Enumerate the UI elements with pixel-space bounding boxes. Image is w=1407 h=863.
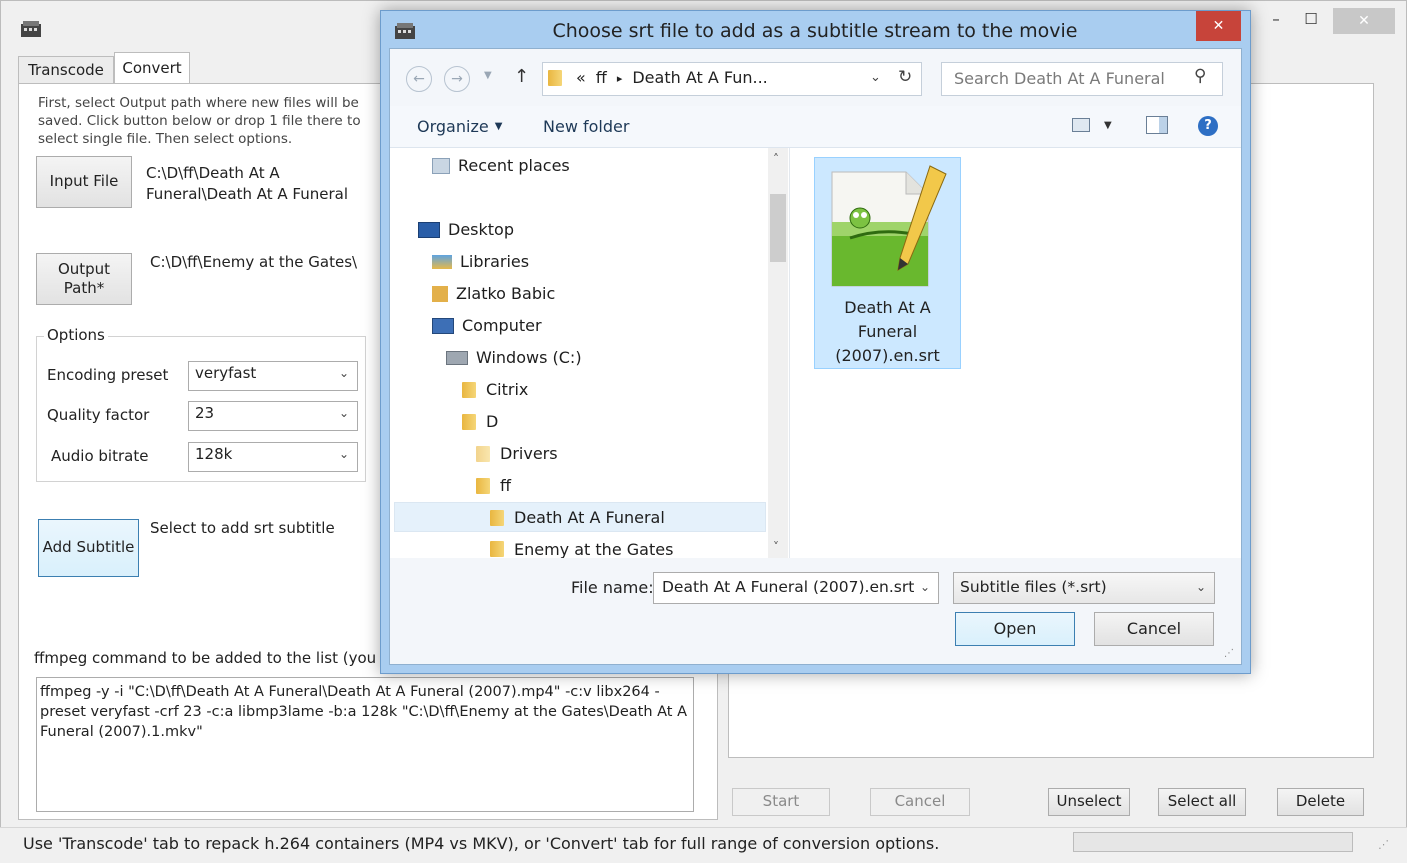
- minimize-button[interactable]: –: [1265, 10, 1287, 28]
- tree-item-windows-c[interactable]: Windows (C:): [446, 348, 582, 367]
- chevron-down-icon: ⌄: [338, 406, 349, 420]
- tree-item-d[interactable]: D: [462, 412, 498, 431]
- command-bar: [390, 106, 1241, 148]
- chevron-down-icon: ▼: [494, 121, 503, 132]
- dialog-app-icon: [394, 22, 416, 40]
- quality-factor-select[interactable]: 23 ⌄: [188, 401, 358, 431]
- drive-icon: [446, 350, 468, 365]
- recent-places-icon: [432, 157, 450, 174]
- breadcrumb-current[interactable]: Death At A Fun...: [632, 68, 767, 90]
- preview-pane-icon[interactable]: [1146, 116, 1168, 134]
- libraries-icon: [432, 254, 452, 269]
- status-text: Use 'Transcode' tab to repack h.264 cont…: [23, 834, 940, 853]
- input-file-button[interactable]: Input File: [36, 156, 132, 208]
- user-folder-icon: [432, 285, 448, 302]
- tree-item-enemy-at-the-gates[interactable]: Enemy at the Gates: [490, 540, 673, 558]
- search-input[interactable]: Search Death At A Funeral: [941, 62, 1223, 96]
- breadcrumb-ff[interactable]: ff: [596, 68, 607, 90]
- chevron-down-icon: ⌄: [338, 366, 349, 380]
- help-icon[interactable]: ?: [1198, 116, 1218, 136]
- back-button[interactable]: ←: [406, 66, 432, 92]
- file-name-input[interactable]: Death At A Funeral (2007).en.srt ⌄: [653, 572, 939, 604]
- scroll-down-icon[interactable]: ˅: [773, 540, 779, 554]
- file-name-label: File name:: [571, 578, 654, 597]
- resize-grip-icon[interactable]: ⋰: [1378, 838, 1389, 851]
- unselect-button[interactable]: Unselect: [1048, 788, 1130, 816]
- file-type-select[interactable]: Subtitle files (*.srt) ⌄: [953, 572, 1215, 604]
- start-button[interactable]: Start: [732, 788, 830, 816]
- quality-factor-label: Quality factor: [47, 406, 150, 424]
- ffmpeg-label: ffmpeg command to be added to the list (…: [34, 649, 377, 667]
- delete-button[interactable]: Delete: [1277, 788, 1364, 816]
- add-subtitle-button[interactable]: Add Subtitle: [38, 519, 139, 577]
- new-folder-button[interactable]: New folder: [543, 117, 629, 136]
- open-button[interactable]: Open: [955, 612, 1075, 646]
- view-dropdown-icon[interactable]: ▼: [1104, 120, 1112, 131]
- close-button[interactable]: ✕: [1333, 8, 1395, 34]
- dialog-title: Choose srt file to add as a subtitle str…: [552, 20, 1078, 42]
- file-name-line-3: (2007).en.srt: [835, 346, 940, 365]
- view-options-icon[interactable]: [1072, 118, 1090, 132]
- encoding-preset-select[interactable]: veryfast ⌄: [188, 361, 358, 391]
- maximize-button[interactable]: ☐: [1300, 10, 1322, 28]
- chevron-down-icon: ⌄: [1195, 580, 1206, 594]
- forward-button[interactable]: →: [444, 66, 470, 92]
- refresh-icon[interactable]: ↻: [898, 67, 912, 87]
- tree-item-death-at-a-funeral[interactable]: Death At A Funeral: [490, 508, 665, 527]
- dialog-close-button[interactable]: ✕: [1196, 11, 1241, 41]
- folder-icon: [548, 70, 562, 86]
- output-path-value: C:\D\ff\Enemy at the Gates\: [150, 253, 358, 271]
- folder-icon: [462, 413, 476, 430]
- tree-item-ff[interactable]: ff: [476, 476, 511, 495]
- scroll-up-icon[interactable]: ˄: [773, 152, 779, 166]
- scroll-thumb[interactable]: [770, 194, 786, 262]
- options-label: Options: [44, 326, 108, 344]
- folder-icon: [490, 541, 504, 557]
- tree-item-citrix[interactable]: Citrix: [462, 380, 528, 399]
- organize-menu[interactable]: Organize ▼: [417, 117, 502, 137]
- tree-item-drivers[interactable]: Drivers: [476, 444, 558, 463]
- notepad-plus-plus-file-icon: [826, 160, 950, 290]
- folder-icon: [476, 445, 490, 462]
- recent-dropdown-icon[interactable]: ▼: [484, 70, 492, 81]
- file-item-name: Death At A Funeral (2007).en.srt: [816, 296, 959, 368]
- input-file-path: C:\D\ff\Death At A Funeral\Death At A Fu…: [146, 164, 349, 203]
- search-icon[interactable]: ⚲: [1194, 66, 1206, 86]
- up-icon[interactable]: ↑: [514, 66, 529, 87]
- ffmpeg-command-textarea[interactable]: ffmpeg -y -i "C:\D\ff\Death At A Funeral…: [36, 677, 694, 812]
- file-name-line-1: Death At A: [844, 298, 931, 317]
- breadcrumb-separator-icon: ▸: [616, 72, 623, 85]
- audio-bitrate-label: Audio bitrate: [51, 447, 149, 465]
- encoding-preset-label: Encoding preset: [47, 366, 169, 384]
- output-path-button[interactable]: Output Path*: [36, 253, 132, 305]
- cancel-job-button[interactable]: Cancel: [870, 788, 970, 816]
- folder-icon: [490, 509, 504, 526]
- breadcrumb: « ff ▸ Death At A Fun...: [576, 68, 768, 90]
- progress-bar: [1073, 832, 1353, 852]
- app-icon: [20, 20, 42, 38]
- tree-item-recent-places[interactable]: Recent places: [432, 156, 570, 175]
- select-all-button[interactable]: Select all: [1158, 788, 1246, 816]
- address-dropdown-icon[interactable]: ⌄: [870, 70, 881, 85]
- tab-convert[interactable]: Convert: [114, 52, 190, 84]
- dialog-resize-grip-icon[interactable]: ⋰: [1224, 648, 1234, 659]
- breadcrumb-overflow[interactable]: «: [576, 68, 586, 90]
- tab-transcode[interactable]: Transcode: [18, 56, 114, 84]
- chevron-down-icon[interactable]: ⌄: [920, 580, 930, 594]
- dialog-cancel-button[interactable]: Cancel: [1094, 612, 1214, 646]
- instructions-text: First, select Output path where new file…: [38, 95, 361, 147]
- tree-item-user[interactable]: Zlatko Babic: [432, 284, 555, 303]
- computer-icon: [432, 317, 454, 334]
- audio-bitrate-select[interactable]: 128k ⌄: [188, 442, 358, 472]
- tree-item-libraries[interactable]: Libraries: [432, 252, 529, 271]
- tree-item-computer[interactable]: Computer: [432, 316, 542, 335]
- add-subtitle-hint: Select to add srt subtitle: [150, 519, 335, 537]
- tree-item-desktop[interactable]: Desktop: [418, 220, 514, 239]
- desktop-icon: [418, 221, 440, 238]
- folder-icon: [476, 477, 490, 494]
- folder-icon: [462, 381, 476, 398]
- chevron-down-icon: ⌄: [338, 447, 349, 461]
- file-name-line-2: Funeral: [857, 322, 918, 341]
